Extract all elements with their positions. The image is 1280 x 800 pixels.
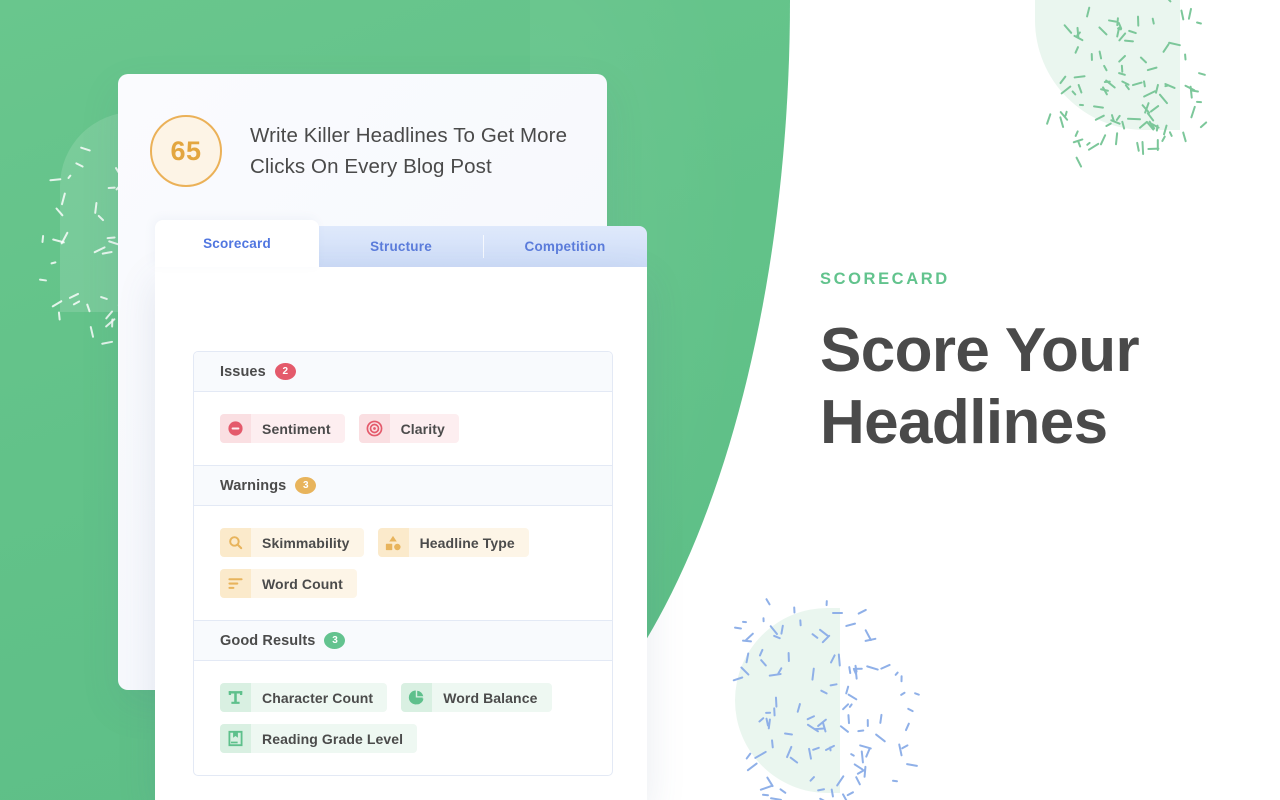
tab-structure[interactable]: Structure: [319, 226, 483, 267]
hero-title-line-2: Headlines: [820, 388, 1108, 457]
book-icon: [220, 724, 251, 753]
search-icon: [220, 528, 251, 557]
chip-character-count[interactable]: Character Count: [220, 683, 388, 712]
chip-skimmability[interactable]: Skimmability: [220, 528, 364, 557]
page-stage: 65 Write Killer Headlines To Get More Cl…: [0, 0, 1280, 800]
chip-label: Headline Type: [408, 528, 529, 557]
chip-sentiment[interactable]: Sentiment: [220, 414, 345, 443]
chip-label: Character Count: [251, 683, 388, 712]
status-badge-issues: 2: [274, 363, 296, 380]
text-t-icon: [220, 683, 251, 712]
align-left-icon: [220, 569, 251, 598]
chip-word-count[interactable]: Word Count: [220, 569, 357, 598]
chip-word-balance[interactable]: Word Balance: [401, 683, 552, 712]
chip-label: Word Count: [251, 569, 357, 598]
chip-label: Sentiment: [251, 414, 345, 443]
section-title-good-results: Good Results: [220, 632, 316, 649]
chip-label: Skimmability: [251, 528, 364, 557]
section-header-good-results: Good Results 3: [194, 621, 612, 661]
pie-chart-icon: [401, 683, 433, 712]
tab-bar: Scorecard Structure Competition: [155, 220, 647, 267]
status-badge-warnings: 3: [295, 477, 317, 494]
scorecard-panel: Issues 2 Sentiment Clarity Warnings 3 Sk…: [155, 267, 647, 800]
chip-reading-grade-level[interactable]: Reading Grade Level: [220, 724, 418, 753]
section-header-issues: Issues 2: [194, 352, 612, 392]
section-title-warnings: Warnings: [220, 477, 287, 494]
score-circle: 65: [150, 115, 222, 187]
chip-headline-type[interactable]: Headline Type: [377, 528, 529, 557]
scorecard-card: Scorecard Structure Competition Issues 2…: [155, 220, 647, 800]
target-icon: [358, 414, 390, 443]
section-body-good-results: Character Count Word Balance Reading Gra…: [194, 661, 612, 775]
hero-title: Score Your Headlines: [820, 315, 1220, 459]
section-header-warnings: Warnings 3: [194, 466, 612, 506]
decorative-leaf-top-right: [1035, 0, 1180, 130]
section-title-issues: Issues: [220, 363, 266, 380]
headline-text: Write Killer Headlines To Get More Click…: [250, 124, 568, 178]
score-header: 65 Write Killer Headlines To Get More Cl…: [150, 115, 580, 187]
section-body-warnings: Skimmability Headline Type Word Count: [194, 506, 612, 621]
minus-circle-icon: [220, 414, 251, 443]
chip-label: Reading Grade Level: [251, 724, 418, 753]
chip-label: Word Balance: [432, 683, 552, 712]
hero-eyebrow: SCORECARD: [820, 270, 950, 288]
tab-scorecard[interactable]: Scorecard: [155, 220, 319, 267]
tab-competition[interactable]: Competition: [483, 226, 647, 267]
hero-copy: SCORECARD Score Your Headlines: [820, 270, 1220, 459]
section-body-issues: Sentiment Clarity: [194, 392, 612, 466]
chip-label: Clarity: [389, 414, 459, 443]
results-list: Issues 2 Sentiment Clarity Warnings 3 Sk…: [193, 351, 613, 776]
shapes-icon: [377, 528, 409, 557]
chip-clarity[interactable]: Clarity: [358, 414, 459, 443]
status-badge-good-results: 3: [324, 632, 346, 649]
hero-title-line-1: Score Your: [820, 316, 1140, 385]
